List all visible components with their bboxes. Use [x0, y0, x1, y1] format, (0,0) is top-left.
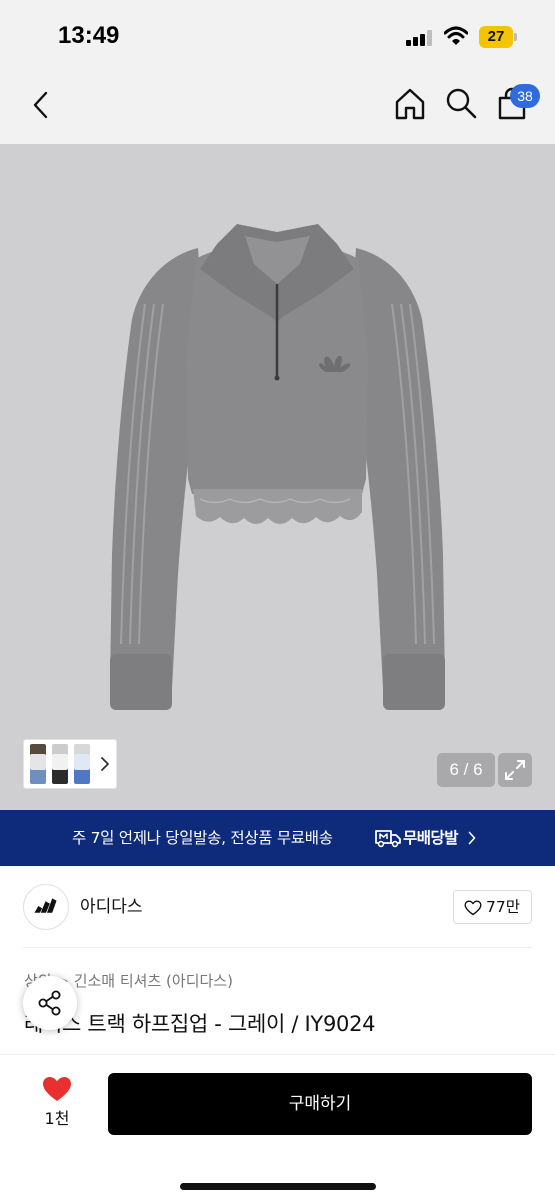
brand-row[interactable]: 아디다스 77만 — [0, 866, 555, 948]
thumbnail-strip[interactable] — [23, 739, 117, 789]
search-icon[interactable] — [444, 86, 478, 120]
top-nav-bar: 38 — [0, 72, 555, 144]
home-icon[interactable] — [392, 86, 428, 122]
promo-text: 주 7일 언제나 당일발송, 전상품 무료배송 — [72, 829, 333, 847]
wish-count: 1천 — [44, 1109, 70, 1128]
wifi-icon — [444, 26, 468, 45]
brand-like-count: 77만 — [486, 898, 520, 916]
chevron-right-icon — [468, 831, 476, 845]
thumbnail-1[interactable] — [30, 744, 46, 784]
brand-logo[interactable] — [23, 884, 69, 930]
status-time: 13:49 — [58, 22, 120, 49]
status-bar: 13:49 27 — [0, 0, 555, 72]
share-icon — [38, 990, 61, 1016]
signal-icon — [406, 30, 434, 46]
cart-count-badge[interactable]: 38 — [510, 84, 540, 108]
delivery-truck-icon — [375, 830, 401, 848]
delivery-promo-banner[interactable]: 주 7일 언제나 당일발송, 전상품 무료배송 무배당발 — [0, 810, 555, 866]
divider — [23, 947, 532, 948]
share-button[interactable] — [23, 976, 77, 1030]
brand-name[interactable]: 아디다스 — [80, 866, 143, 948]
adidas-logo-icon — [34, 898, 57, 913]
battery-tip — [514, 33, 517, 41]
expand-image-button[interactable] — [498, 753, 532, 787]
expand-icon — [505, 760, 525, 780]
bottom-action-bar: 1천 구매하기 — [0, 1054, 555, 1200]
battery-level: 27 — [487, 28, 505, 45]
back-icon[interactable] — [28, 90, 54, 120]
heart-outline-icon — [464, 900, 482, 916]
product-image[interactable] — [0, 144, 555, 810]
heart-filled-icon[interactable] — [41, 1075, 73, 1103]
product-title: 레이스 트랙 하프집업 - 그레이 / IY9024 — [24, 1012, 376, 1036]
thumbnail-3[interactable] — [74, 744, 90, 784]
brand-like-button[interactable]: 77만 — [453, 890, 532, 924]
product-image-gallery[interactable]: 6 / 6 — [0, 144, 555, 810]
thumbnail-2[interactable] — [52, 744, 68, 784]
buy-button[interactable]: 구매하기 — [108, 1073, 532, 1135]
thumbnail-chevron-icon[interactable] — [100, 752, 110, 776]
image-page-counter: 6 / 6 — [437, 753, 495, 787]
home-indicator — [180, 1183, 376, 1190]
battery-icon: 27 — [479, 26, 517, 48]
promo-brand: 무배당발 — [403, 829, 459, 847]
